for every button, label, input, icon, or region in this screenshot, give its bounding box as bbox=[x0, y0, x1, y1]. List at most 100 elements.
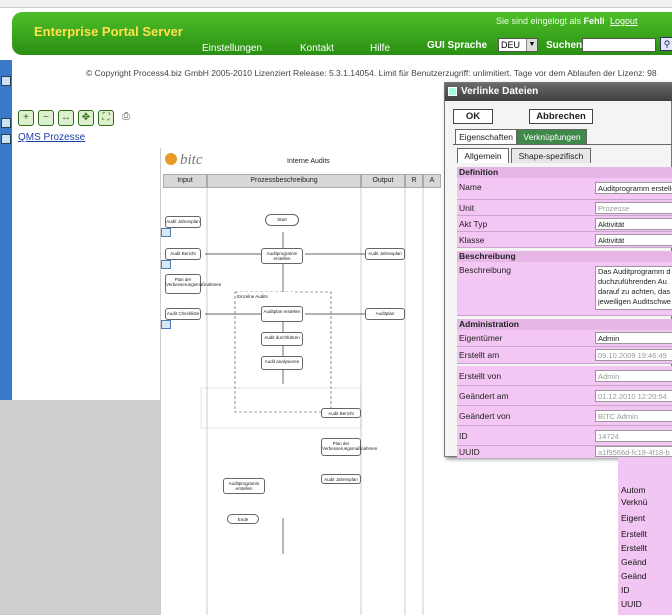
field-beschreibung-textarea[interactable]: Das Auditprogramm d duchzuführenden Au d… bbox=[595, 266, 672, 310]
diagram-output-4[interactable]: Plan der Verbesserungsmaßnahmen bbox=[321, 438, 377, 456]
under-label: Erstellt bbox=[621, 543, 647, 553]
diagram-output-1[interactable]: Audit Jahresplan bbox=[365, 248, 405, 260]
diagram-title: Interne Audits bbox=[287, 158, 330, 165]
ok-button[interactable]: OK bbox=[453, 109, 493, 124]
field-akt-typ: Akt Typ Aktivität bbox=[457, 216, 672, 232]
field-erstellt-am: Erstellt am 09.10.2009 19:46:49 bbox=[457, 347, 672, 364]
cancel-button[interactable]: Abbrechen bbox=[529, 109, 593, 124]
section-beschreibung: Beschreibung bbox=[457, 251, 672, 262]
gui-language-label: GUI Sprache bbox=[427, 40, 488, 51]
col-r: R bbox=[405, 174, 423, 188]
under-label: Eigent bbox=[621, 513, 646, 523]
diagram-output-2[interactable]: Auditplan bbox=[365, 308, 405, 320]
link-files-dialog: Verlinke Dateien OK Abbrechen Eigenschaf… bbox=[444, 82, 672, 458]
browser-top-strip bbox=[0, 0, 672, 8]
diagram-input-2[interactable]: Audit Bericht bbox=[165, 248, 201, 260]
tab-eigenschaften[interactable]: Eigenschaften bbox=[455, 129, 517, 144]
process-diagram: bitc Interne Audits Input Prozessbeschre… bbox=[160, 148, 445, 615]
field-erstellt-von: Erstellt von Admin bbox=[457, 366, 672, 386]
diagram-box-auditprogramm[interactable]: Auditprogramm erstellen bbox=[261, 248, 303, 264]
diagram-group-label: Einzelne Audits bbox=[237, 292, 297, 302]
fit-width-icon[interactable]: ↔ bbox=[58, 110, 74, 126]
diagram-box-auditprogramm-2[interactable]: Auditprogramm erstellen bbox=[223, 478, 265, 494]
nav-einstellungen[interactable]: Einstellungen bbox=[202, 43, 262, 54]
breadcrumb-qms-prozesse[interactable]: QMS Prozesse bbox=[18, 132, 85, 143]
under-label: UUID bbox=[621, 599, 642, 609]
search-input[interactable] bbox=[582, 38, 656, 52]
diagram-start[interactable]: Start bbox=[265, 214, 299, 226]
link-icon[interactable] bbox=[161, 320, 171, 329]
gray-panel-edge bbox=[118, 400, 160, 615]
diagram-box-durchfuehren[interactable]: Audit durchführen bbox=[261, 332, 303, 346]
diagram-input-1[interactable]: Audit Jahresplan bbox=[165, 216, 201, 228]
under-label: Geänd bbox=[621, 571, 647, 581]
field-unit: Unit Prozesse bbox=[457, 200, 672, 216]
link-icon[interactable] bbox=[161, 260, 171, 269]
field-geaendert-am-input[interactable]: 01.12.2010 12:20:54 bbox=[595, 390, 672, 402]
dialog-window-icon bbox=[448, 87, 457, 96]
field-eigentuemer-select[interactable]: Admin bbox=[595, 332, 672, 344]
field-beschreibung: Beschreibung Das Auditprogramm d duchzuf… bbox=[457, 262, 672, 316]
diagram-input-3[interactable]: Plan der Verbesserungsmaßnahmen bbox=[165, 274, 221, 294]
copyright-text: © Copyright Process4.biz GmbH 2005-2010 … bbox=[86, 68, 657, 78]
col-a: A bbox=[423, 174, 441, 188]
gui-language-select[interactable]: DEU ▼ bbox=[498, 38, 538, 52]
left-sidebar bbox=[0, 60, 12, 400]
col-output: Output bbox=[361, 174, 405, 188]
dialog-title[interactable]: Verlinke Dateien bbox=[445, 83, 672, 101]
fit-page-icon[interactable]: ✥ bbox=[78, 110, 94, 126]
subtab-allgemein[interactable]: Allgemein bbox=[457, 148, 509, 163]
diagram-box-analysieren[interactable]: Audit analysieren bbox=[261, 356, 303, 370]
field-name: Name Auditprogramm erstellen bbox=[457, 178, 672, 200]
fullscreen-icon[interactable]: ⛶ bbox=[98, 110, 114, 126]
desc-line: duchzuführenden Au bbox=[598, 277, 667, 286]
diagram-input-4[interactable]: Audit Checkliste bbox=[165, 308, 201, 320]
background-properties-panel: Autom Verknü Eigent Erstellt Erstellt Ge… bbox=[618, 457, 672, 615]
logged-prefix: Sie sind eingelogt als bbox=[496, 16, 582, 26]
nav-hilfe[interactable]: Hilfe bbox=[370, 43, 390, 54]
nav-kontakt[interactable]: Kontakt bbox=[300, 43, 334, 54]
field-unit-input[interactable]: Prozesse bbox=[595, 202, 672, 214]
field-klasse-select[interactable]: Aktivität bbox=[595, 234, 672, 246]
diagram-output-5[interactable]: Audit Jahresplan bbox=[321, 474, 361, 484]
diagram-output-3[interactable]: Audit Bericht bbox=[321, 408, 361, 418]
field-id-input[interactable]: 14724 bbox=[595, 430, 672, 442]
desc-line: darauf zu achten, das bbox=[598, 287, 671, 296]
field-geaendert-am: Geändert am 01.12.2010 12:20:54 bbox=[457, 386, 672, 406]
field-erstellt-am-input[interactable]: 09.10.2009 19:46:49 bbox=[595, 349, 672, 361]
field-uuid-input[interactable]: a1f9566d-fc18-4f18-b bbox=[595, 446, 672, 457]
field-geaendert-von-input[interactable]: BITC Admin bbox=[595, 410, 672, 422]
field-klasse: Klasse Aktivität bbox=[457, 232, 672, 248]
link-icon[interactable] bbox=[161, 228, 171, 237]
chevron-up-icon[interactable] bbox=[1, 134, 11, 144]
search-icon[interactable]: ⚲ bbox=[660, 37, 672, 51]
subtab-shape-spezifisch[interactable]: Shape-spezifisch bbox=[511, 148, 591, 163]
under-label: Erstellt bbox=[621, 529, 647, 539]
portal-header: Enterprise Portal Server Sie sind eingel… bbox=[12, 12, 672, 55]
field-akt-typ-select[interactable]: Aktivität bbox=[595, 218, 672, 230]
field-akt-typ-label: Akt Typ bbox=[459, 219, 488, 229]
diagram-box-auditplan[interactable]: Auditplan erstellen bbox=[261, 306, 303, 322]
field-eigentuemer: Eigentümer Admin bbox=[457, 330, 672, 347]
field-name-input[interactable]: Auditprogramm erstellen bbox=[595, 182, 672, 194]
zoom-in-icon[interactable]: + bbox=[18, 110, 34, 126]
desc-line: jeweiligen Auditschwe bbox=[598, 297, 671, 306]
logged-in-text: Sie sind eingelogt als Fehli bbox=[496, 16, 605, 26]
sidebar-toggle-icon[interactable] bbox=[1, 76, 11, 86]
field-erstellt-von-input[interactable]: Admin bbox=[595, 370, 672, 382]
field-geaendert-von: Geändert von BITC Admin bbox=[457, 406, 672, 426]
desc-line: Das Auditprogramm d bbox=[598, 267, 671, 276]
bitc-logo: bitc bbox=[165, 152, 203, 169]
under-label: Autom bbox=[621, 485, 646, 495]
chevron-down-icon[interactable] bbox=[1, 118, 11, 128]
field-eigentuemer-label: Eigentümer bbox=[459, 333, 503, 343]
zoom-out-icon[interactable]: − bbox=[38, 110, 54, 126]
print-icon[interactable]: ⎙ bbox=[118, 110, 134, 126]
field-erstellt-von-label: Erstellt von bbox=[459, 371, 502, 381]
section-definition: Definition bbox=[457, 167, 672, 178]
logout-link[interactable]: Logout bbox=[610, 16, 638, 26]
left-gray-panel bbox=[0, 400, 118, 615]
search-label: Suchen bbox=[546, 40, 583, 51]
tab-verknuepfungen[interactable]: Verknüpfungen bbox=[517, 129, 587, 144]
diagram-end[interactable]: Ende bbox=[227, 514, 259, 524]
